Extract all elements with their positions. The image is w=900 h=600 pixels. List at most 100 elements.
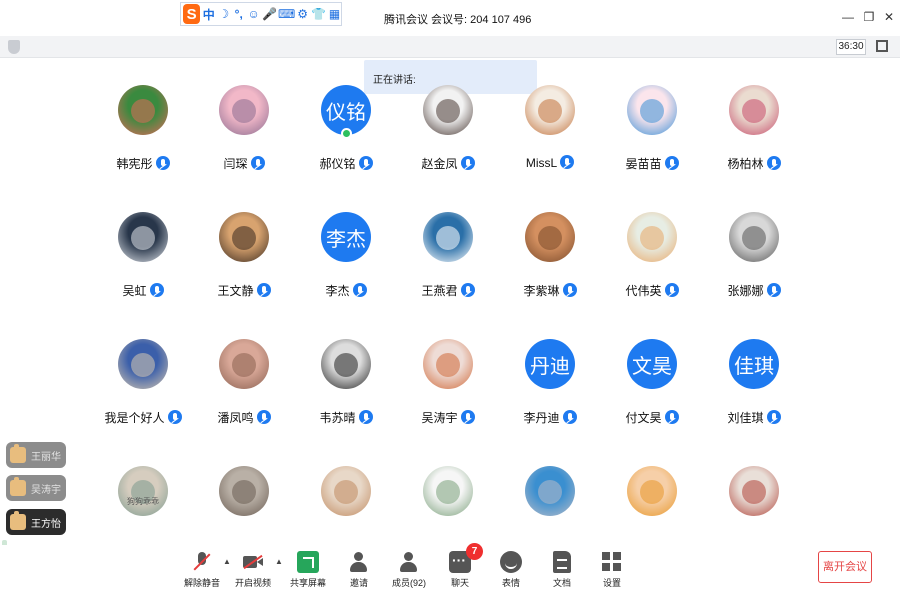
- ime-skin-icon[interactable]: 👕: [311, 5, 326, 23]
- unmute-button[interactable]: 解除静音: [174, 545, 230, 595]
- mic-status-icon: [256, 283, 271, 297]
- participant-name: 王燕君: [421, 284, 458, 298]
- avatar-photo-shape: [742, 480, 766, 504]
- sogou-logo-icon[interactable]: S: [183, 4, 201, 24]
- chat-label: 聊天: [450, 578, 469, 588]
- members-label: 成员(92): [391, 578, 426, 588]
- ime-emoji-icon[interactable]: ☺: [247, 5, 260, 23]
- participant-tile[interactable]: 仪铭 郝仪铭: [296, 85, 396, 185]
- leave-meeting-button[interactable]: 离开会议: [818, 551, 872, 583]
- ime-toolbar[interactable]: S 中 ☽ °, ☺ 🎤 ⌨ ⚙ 👕 ▦: [180, 2, 342, 26]
- documents-button[interactable]: 文档: [534, 545, 590, 595]
- meeting-info-bar: 36:30: [0, 36, 900, 58]
- emoji-button[interactable]: 表情: [483, 545, 539, 595]
- participant-name-row: 韦苏晴: [296, 409, 396, 426]
- avatar: [525, 85, 575, 135]
- participant-tile[interactable]: 吴涛宇: [398, 339, 498, 439]
- mic-status-icon: [250, 156, 265, 170]
- avatar: [219, 85, 269, 135]
- participant-name-row: 代伟英: [602, 282, 702, 299]
- participant-tile[interactable]: 我是个好人: [93, 339, 193, 439]
- members-button[interactable]: 成员(92): [381, 545, 437, 595]
- participant-name-row: 我是个好人: [93, 409, 193, 426]
- participant-tile[interactable]: MissL: [500, 85, 600, 185]
- ime-chinese-mode-icon[interactable]: 中: [202, 5, 215, 23]
- participant-tile[interactable]: 丹迪 李丹迪: [500, 339, 600, 439]
- documents-label: 文档: [552, 578, 571, 588]
- participant-name: 我是个好人: [104, 411, 165, 425]
- participant-name: 张娜娜: [727, 284, 764, 298]
- avatar: [423, 466, 473, 516]
- participant-tile[interactable]: 赵金凤: [398, 85, 498, 185]
- avatar-photo-shape: [538, 99, 562, 123]
- avatar: 丹迪: [525, 339, 575, 389]
- mic-status-icon: [358, 410, 373, 424]
- participant-name: 闫琛: [223, 157, 248, 171]
- ime-keyboard-icon[interactable]: ⌨: [278, 5, 295, 23]
- participant-tile[interactable]: 闫琛: [194, 85, 294, 185]
- mic-status-icon: [460, 156, 475, 170]
- mic-muted-icon: [191, 551, 213, 573]
- ime-punctuation-icon[interactable]: °,: [232, 5, 245, 23]
- participant-tile[interactable]: 文昊 付文昊: [602, 339, 702, 439]
- participant-tile[interactable]: 张娜娜: [704, 212, 804, 312]
- security-shield-icon[interactable]: [8, 40, 20, 54]
- mic-status-icon: [664, 283, 679, 297]
- avatar: 文昊: [627, 339, 677, 389]
- meeting-timer: 36:30: [836, 39, 866, 55]
- participant-name-row: 郝仪铭: [296, 155, 396, 172]
- participant-name-row: MissL: [500, 155, 600, 170]
- participant-tile[interactable]: 王燕君: [398, 212, 498, 312]
- avatar-caption: 狗狗乖乖: [127, 497, 159, 506]
- reaction-thumbs-up: 王丽华: [6, 442, 66, 468]
- mic-status-icon: [149, 283, 164, 297]
- participant-name: 付文昊: [625, 411, 662, 425]
- ime-voice-icon[interactable]: 🎤: [262, 5, 277, 23]
- avatar-photo-shape: [538, 480, 562, 504]
- ime-tools-icon[interactable]: ⚙: [296, 5, 309, 23]
- start-video-button[interactable]: 开启视频: [225, 545, 281, 595]
- mic-status-icon: [256, 410, 271, 424]
- invite-button[interactable]: 邀请: [331, 545, 387, 595]
- participant-name-row: 王文静: [194, 282, 294, 299]
- participant-name: 赵金凤: [421, 157, 458, 171]
- avatar: 佳琪: [729, 339, 779, 389]
- participant-tile[interactable]: 李紫琳: [500, 212, 600, 312]
- mic-status-icon: [460, 410, 475, 424]
- participant-tile[interactable]: 韦苏晴: [296, 339, 396, 439]
- ime-moon-icon[interactable]: ☽: [217, 5, 230, 23]
- participant-name-row: 李紫琳: [500, 282, 600, 299]
- thumbs-up-icon: [10, 511, 26, 530]
- avatar: [118, 339, 168, 389]
- mic-status-icon: [766, 410, 781, 424]
- participant-tile[interactable]: 李杰 李杰: [296, 212, 396, 312]
- share-screen-button[interactable]: 共享屏幕: [280, 545, 336, 595]
- ime-menu-icon[interactable]: ▦: [328, 5, 341, 23]
- avatar-photo-shape: [640, 226, 664, 250]
- avatar-photo-shape: [640, 480, 664, 504]
- avatar: 李杰: [321, 212, 371, 262]
- participant-tile[interactable]: 韩宪彤: [93, 85, 193, 185]
- participant-name-row: 吴虹: [93, 282, 193, 299]
- settings-button[interactable]: 设置: [584, 545, 640, 595]
- participant-name-row: 付文昊: [602, 409, 702, 426]
- minimize-icon[interactable]: —: [840, 10, 856, 24]
- participant-tile[interactable]: 王文静: [194, 212, 294, 312]
- participant-tile[interactable]: 代伟英: [602, 212, 702, 312]
- mic-status-icon: [766, 283, 781, 297]
- participant-tile[interactable]: 佳琪 刘佳琪: [704, 339, 804, 439]
- participant-tile[interactable]: 杨柏林: [704, 85, 804, 185]
- mic-status-icon: [460, 283, 475, 297]
- participant-tile[interactable]: 晏苗苗: [602, 85, 702, 185]
- participant-tile[interactable]: 潘凤鸣: [194, 339, 294, 439]
- restore-icon[interactable]: ❐: [861, 10, 877, 24]
- share-screen-icon: [297, 551, 319, 573]
- participant-name-row: 张娜娜: [704, 282, 804, 299]
- participant-name-row: 李杰: [296, 282, 396, 299]
- avatar-photo-shape: [131, 353, 155, 377]
- avatar: [321, 466, 371, 516]
- fullscreen-icon[interactable]: [876, 40, 888, 52]
- avatar-photo-shape: [334, 480, 358, 504]
- close-icon[interactable]: ✕: [881, 10, 897, 24]
- participant-tile[interactable]: 吴虹: [93, 212, 193, 312]
